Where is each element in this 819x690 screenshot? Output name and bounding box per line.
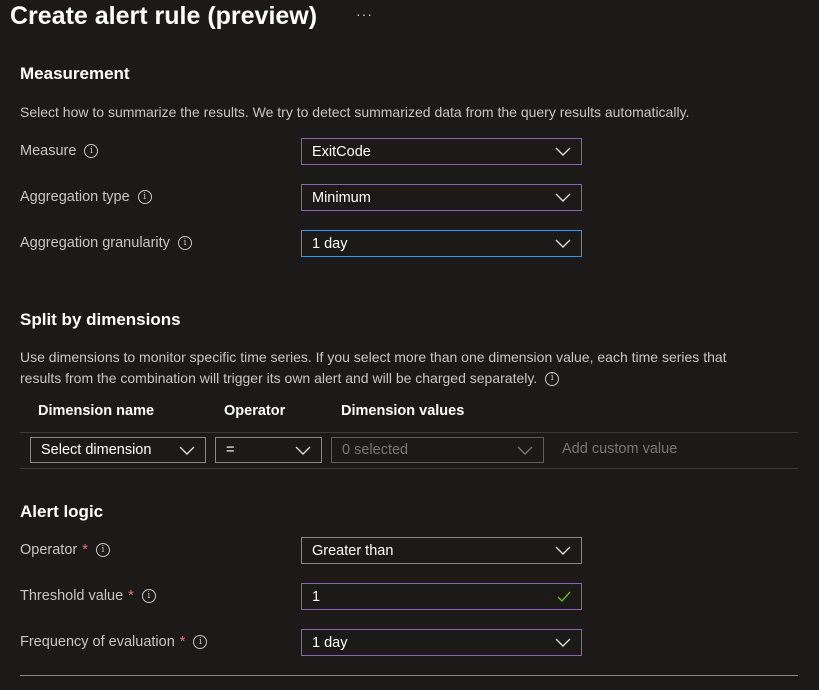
measurement-heading: Measurement — [20, 64, 130, 83]
info-icon[interactable]: i — [137, 190, 152, 204]
split-description-line2: results from the combination will trigge… — [20, 370, 538, 386]
threshold-label: Threshold value * i — [20, 588, 156, 604]
dimension-operator-dropdown[interactable]: = — [215, 437, 322, 463]
column-dimension-values: Dimension values — [341, 403, 465, 419]
frequency-label: Frequency of evaluation * i — [20, 634, 208, 650]
page-title: Create alert rule (preview) — [10, 2, 318, 30]
frequency-label-text: Frequency of evaluation — [20, 634, 175, 650]
info-icon[interactable]: i — [95, 543, 110, 557]
threshold-input[interactable]: 1 — [301, 583, 582, 610]
split-description-line2-row: results from the combination will trigge… — [20, 368, 780, 389]
more-options-button[interactable]: ··· — [356, 6, 373, 22]
dimension-values-value: 0 selected — [342, 442, 409, 458]
measure-label: Measure i — [20, 143, 99, 159]
chevron-down-icon — [295, 446, 311, 455]
checkmark-icon — [557, 591, 571, 603]
required-marker: * — [128, 588, 134, 604]
frequency-value: 1 day — [312, 634, 348, 651]
aggregation-type-label-text: Aggregation type — [20, 189, 130, 205]
chevron-down-icon — [555, 147, 571, 156]
chevron-down-icon — [555, 546, 571, 555]
measure-label-text: Measure — [20, 143, 77, 159]
split-description-line1: Use dimensions to monitor specific time … — [20, 349, 727, 365]
threshold-value: 1 — [312, 588, 321, 605]
aggregation-granularity-label-text: Aggregation granularity — [20, 235, 170, 251]
measurement-description: Select how to summarize the results. We … — [20, 104, 690, 120]
dimension-name-dropdown[interactable]: Select dimension — [30, 437, 206, 463]
aggregation-granularity-value: 1 day — [312, 235, 348, 252]
operator-label: Operator * i — [20, 542, 110, 558]
dimension-values-dropdown[interactable]: 0 selected — [331, 437, 544, 463]
column-operator: Operator — [224, 403, 286, 419]
chevron-down-icon — [555, 239, 571, 248]
info-icon[interactable]: i — [141, 589, 156, 603]
alert-logic-heading: Alert logic — [20, 502, 104, 521]
info-icon[interactable]: i — [193, 635, 208, 649]
operator-value: Greater than — [312, 542, 394, 559]
table-top-divider — [20, 432, 798, 433]
measure-dropdown[interactable]: ExitCode — [301, 138, 582, 165]
aggregation-granularity-dropdown[interactable]: 1 day — [301, 230, 582, 257]
chevron-down-icon — [555, 193, 571, 202]
aggregation-type-label: Aggregation type i — [20, 189, 152, 205]
aggregation-granularity-label: Aggregation granularity i — [20, 235, 192, 251]
info-icon[interactable]: i — [177, 236, 192, 250]
aggregation-type-dropdown[interactable]: Minimum — [301, 184, 582, 211]
column-dimension-name: Dimension name — [38, 403, 155, 419]
measure-value: ExitCode — [312, 143, 371, 160]
required-marker: * — [82, 542, 88, 558]
chevron-down-icon — [517, 446, 533, 455]
frequency-dropdown[interactable]: 1 day — [301, 629, 582, 656]
aggregation-type-value: Minimum — [312, 189, 371, 206]
table-bottom-divider — [20, 468, 798, 469]
chevron-down-icon — [555, 638, 571, 647]
info-icon[interactable]: i — [84, 144, 99, 158]
dimension-operator-value: = — [226, 442, 235, 458]
split-heading: Split by dimensions — [20, 310, 181, 329]
required-marker: * — [179, 634, 186, 650]
operator-dropdown[interactable]: Greater than — [301, 537, 582, 564]
threshold-label-text: Threshold value — [20, 588, 124, 604]
info-icon[interactable]: i — [545, 371, 560, 386]
footer-divider — [20, 675, 798, 676]
add-custom-value-input[interactable]: Add custom value — [562, 441, 677, 457]
dimension-name-value: Select dimension — [41, 442, 152, 458]
chevron-down-icon — [179, 446, 195, 455]
operator-label-text: Operator — [20, 542, 78, 558]
split-description: Use dimensions to monitor specific time … — [20, 347, 780, 389]
